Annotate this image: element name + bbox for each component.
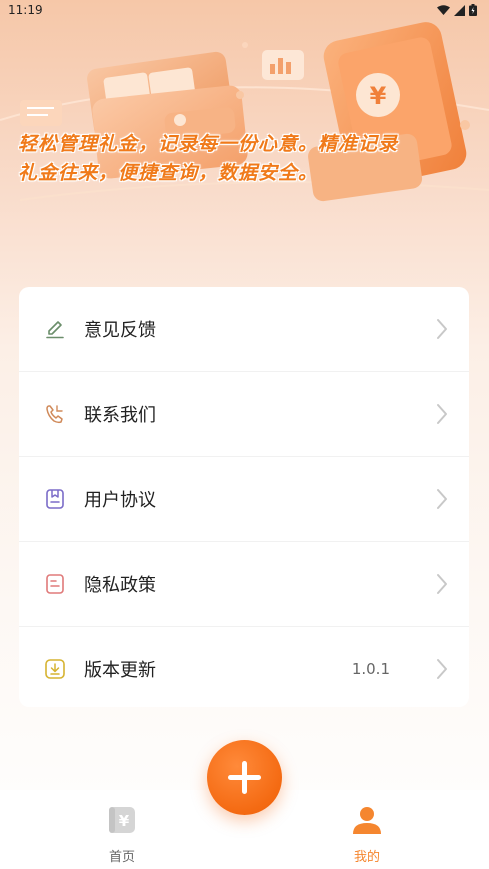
menu-item-label: 意见反馈 (84, 320, 156, 341)
menu-item-label: 用户协议 (84, 490, 156, 511)
agreement-icon (46, 489, 64, 509)
tab-mine-label: 我的 (353, 850, 380, 865)
menu-item-user-agreement[interactable]: 用户协议 (19, 457, 469, 542)
menu-item-label: 联系我们 (84, 405, 156, 426)
add-record-button[interactable] (207, 740, 282, 815)
tab-mine[interactable]: 我的 (287, 790, 447, 869)
chevron-right-icon (437, 489, 447, 509)
status-icons (437, 4, 477, 16)
menu-item-version-update[interactable]: 版本更新 1.0.1 (19, 627, 469, 707)
menu-item-label: 隐私政策 (84, 575, 156, 596)
menu-item-contact-us[interactable]: 联系我们 (19, 372, 469, 457)
menu-item-label: 版本更新 (84, 660, 156, 681)
hero-banner: ¥ 轻松管理礼金，记录每一份心意。精准记录 礼金往来，便捷查询，数据安全。 (0, 0, 489, 270)
chevron-right-icon (437, 319, 447, 339)
tab-home-label: 首页 (108, 850, 135, 865)
hero-tagline-line1: 轻松管理礼金，记录每一份心意。精准记录 (18, 133, 399, 155)
home-icon-glyph: ¥ (119, 812, 130, 830)
pencil-icon (46, 321, 64, 339)
hero-tagline-line2: 礼金往来，便捷查询，数据安全。 (18, 162, 319, 184)
status-time: 11:19 (8, 3, 43, 17)
coin-symbol: ¥ (370, 82, 387, 110)
phone-icon (46, 405, 63, 424)
battery-icon (469, 4, 477, 16)
chevron-right-icon (437, 659, 447, 679)
chevron-right-icon (437, 574, 447, 594)
ledger-home-icon: ¥ (109, 807, 135, 833)
tab-home[interactable]: ¥ 首页 (42, 790, 202, 869)
version-number: 1.0.1 (351, 660, 390, 678)
hero-tagline: 轻松管理礼金，记录每一份心意。精准记录 礼金往来，便捷查询，数据安全。 (18, 130, 438, 188)
menu-item-feedback[interactable]: 意见反馈 (19, 287, 469, 372)
user-profile-icon (353, 807, 381, 834)
chevron-right-icon (437, 404, 447, 424)
signal-icon (454, 4, 465, 16)
settings-menu: 意见反馈 联系我们 用户协议 隐私政策 版本更新 1.0.1 (19, 287, 469, 707)
download-icon (45, 659, 65, 679)
wifi-icon (437, 4, 450, 15)
status-bar: 11:19 (0, 0, 489, 22)
privacy-document-icon (46, 574, 64, 594)
menu-item-privacy-policy[interactable]: 隐私政策 (19, 542, 469, 627)
